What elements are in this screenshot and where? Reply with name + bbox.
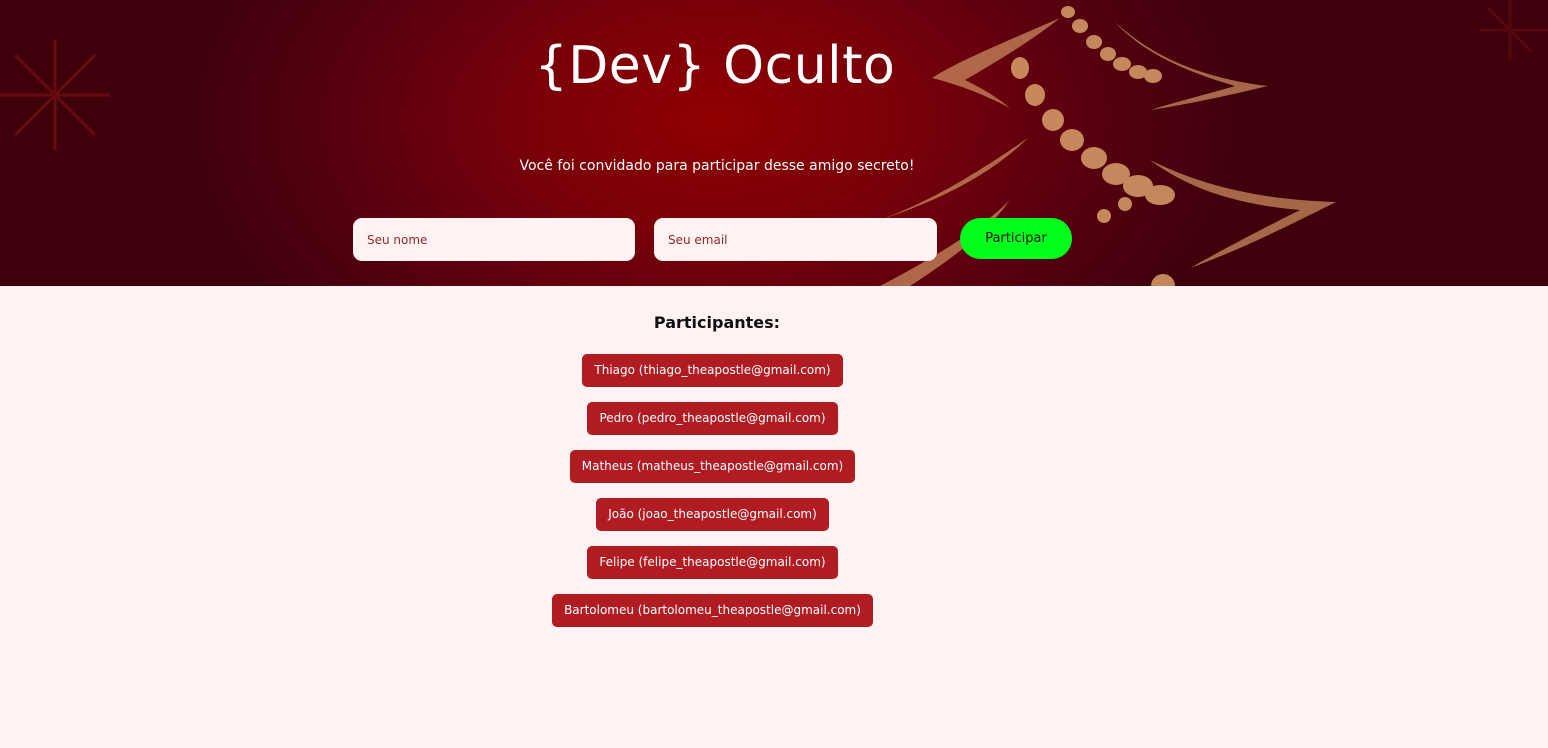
participant-item: Thiago (thiago_theapostle@gmail.com) bbox=[582, 354, 843, 387]
page-title: {Dev} Oculto bbox=[534, 36, 896, 96]
participant-item: João (joao_theapostle@gmail.com) bbox=[596, 498, 829, 531]
participant-item: Pedro (pedro_theapostle@gmail.com) bbox=[587, 402, 838, 435]
email-input[interactable] bbox=[654, 218, 937, 261]
header-banner: {Dev} Oculto Você foi convidado para par… bbox=[0, 0, 1548, 286]
participant-item: Bartolomeu (bartolomeu_theapostle@gmail.… bbox=[552, 594, 873, 627]
participate-button[interactable]: Participar bbox=[960, 218, 1072, 259]
participants-heading: Participantes: bbox=[653, 313, 781, 332]
participant-item: Matheus (matheus_theapostle@gmail.com) bbox=[569, 450, 856, 483]
invite-subtitle: Você foi convidado para participar desse… bbox=[519, 158, 915, 174]
participants-list: Thiago (thiago_theapostle@gmail.com) Ped… bbox=[0, 354, 1425, 627]
participant-item: Felipe (felipe_theapostle@gmail.com) bbox=[587, 546, 838, 579]
name-input[interactable] bbox=[353, 218, 635, 261]
